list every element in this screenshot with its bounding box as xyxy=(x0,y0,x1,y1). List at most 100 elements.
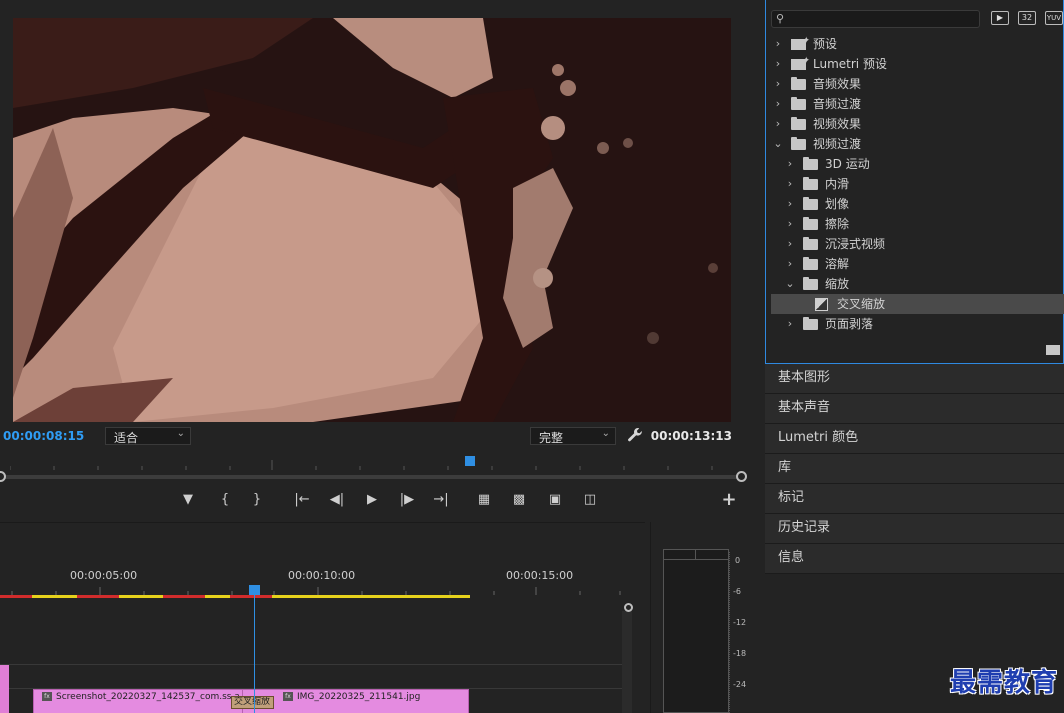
effects-tree-item[interactable]: › 音频过渡 xyxy=(771,94,1064,114)
effects-tree-item[interactable]: › Lumetri 预设 xyxy=(771,51,1064,74)
resolution-dropdown[interactable]: 完整 ⌄ xyxy=(530,427,616,445)
chevron-right-icon[interactable]: › xyxy=(785,194,795,214)
meter-bars xyxy=(663,549,729,713)
go-to-out-icon[interactable]: →| xyxy=(431,490,451,510)
go-to-in-icon[interactable]: |← xyxy=(292,490,312,510)
32bit-effects-icon[interactable]: 32 xyxy=(1018,11,1036,25)
chevron-right-icon[interactable]: › xyxy=(785,314,795,334)
clip-left-edge[interactable] xyxy=(0,665,9,713)
chevron-right-icon[interactable]: › xyxy=(785,214,795,234)
fx-icon: fx xyxy=(42,692,52,701)
track-divider xyxy=(0,664,622,665)
scrub-end-handle[interactable] xyxy=(736,471,747,482)
tree-item-label: 预设 xyxy=(813,37,838,51)
timeline-clip[interactable]: fx Screenshot_20220327_142537_com.ss.a xyxy=(33,689,243,713)
playhead-line xyxy=(254,595,255,713)
search-icon: ⚲ xyxy=(776,12,785,25)
folder-icon xyxy=(803,257,818,270)
yuv-effects-icon[interactable]: YUV xyxy=(1045,11,1063,25)
chevron-right-icon[interactable]: › xyxy=(773,34,783,54)
panel-libraries[interactable]: 库 xyxy=(765,454,1064,484)
fx-icon: fx xyxy=(283,692,293,701)
resolution-dropdown-value: 完整 xyxy=(539,431,564,445)
compare-icon[interactable]: ◫ xyxy=(580,490,600,510)
time-ruler[interactable] xyxy=(0,587,625,595)
mark-in-icon[interactable]: { xyxy=(215,490,235,510)
play-icon[interactable]: ▶ xyxy=(362,490,382,510)
chevron-right-icon[interactable]: › xyxy=(773,114,783,134)
chevron-right-icon[interactable]: › xyxy=(773,74,783,94)
db-label: -18 xyxy=(733,649,747,658)
folder-icon xyxy=(791,137,806,150)
panel-history[interactable]: 历史记录 xyxy=(765,514,1064,544)
panel-markers[interactable]: 标记 xyxy=(765,484,1064,514)
lift-icon[interactable]: ▦ xyxy=(474,490,494,510)
chevron-right-icon[interactable]: › xyxy=(785,234,795,254)
accelerated-effects-icon[interactable]: ▶ xyxy=(991,11,1009,25)
playhead-marker[interactable] xyxy=(465,456,475,466)
ruler-time-label: 00:00:10:00 xyxy=(288,569,356,582)
folder-icon xyxy=(803,197,818,210)
camera-icon[interactable]: ▣ xyxy=(545,490,565,510)
audio-meter: 0 -6 -12 -18 -24 xyxy=(650,522,760,713)
tree-item-label: 缩放 xyxy=(825,277,850,291)
tree-item-label: 音频效果 xyxy=(813,77,862,91)
scrub-start-handle[interactable] xyxy=(0,471,6,482)
effects-tree-item[interactable]: › 视频效果 xyxy=(771,114,1064,134)
tree-item-label: 视频效果 xyxy=(813,117,862,131)
fit-dropdown[interactable]: 适合 ⌄ xyxy=(105,427,191,445)
panel-lumetri-color[interactable]: Lumetri 颜色 xyxy=(765,424,1064,454)
effects-tree-item[interactable]: › 划像 xyxy=(771,194,1064,214)
wrench-icon[interactable] xyxy=(627,427,643,443)
preset-folder-icon xyxy=(791,31,810,51)
effects-tree-item[interactable]: ⌄ 视频过渡 xyxy=(771,134,1064,154)
folder-icon xyxy=(803,157,818,170)
effects-tree-item[interactable]: › 擦除 xyxy=(771,214,1064,234)
add-icon[interactable]: + xyxy=(719,490,739,510)
chevron-down-icon[interactable]: ⌄ xyxy=(773,134,783,154)
tree-item-label: 溶解 xyxy=(825,257,850,271)
effects-tree-item[interactable]: › 沉浸式视频 xyxy=(771,234,1064,254)
mark-out-icon[interactable]: } xyxy=(247,490,267,510)
step-back-icon[interactable]: ◀| xyxy=(327,490,347,510)
watermark-logo: 最需教育 xyxy=(949,668,1058,698)
chevron-down-icon[interactable]: ⌄ xyxy=(785,274,795,294)
marker-icon[interactable]: ▼ xyxy=(178,490,198,510)
video-preview[interactable] xyxy=(13,18,731,422)
transition-clip[interactable]: 交叉缩放 xyxy=(231,696,274,709)
effects-tree-item[interactable]: › 内滑 xyxy=(771,174,1064,194)
effects-tree-item[interactable]: › 3D 运动 xyxy=(771,154,1064,174)
effects-tree-item[interactable]: › 页面剥落 xyxy=(771,314,1064,334)
effects-tree-item[interactable]: › 溶解 xyxy=(771,254,1064,274)
chevron-right-icon[interactable]: › xyxy=(785,174,795,194)
panel-info[interactable]: 信息 xyxy=(765,544,1064,574)
timeline-clip[interactable]: fx IMG_20220325_211541.jpg xyxy=(243,689,469,713)
scrub-track[interactable] xyxy=(3,475,743,479)
effects-panel: ⚲ ▶ 32 YUV › 预设 › Lumetri 预设 › 音频效果 › 音频过渡 › 视频效果… xyxy=(765,0,1064,364)
meter-channel-divider xyxy=(695,549,696,560)
scrubber-ticks xyxy=(10,460,713,470)
effects-tree-item[interactable]: › 音频效果 xyxy=(771,74,1064,94)
scrollbar-handle[interactable] xyxy=(624,603,633,612)
chevron-right-icon[interactable]: › xyxy=(785,254,795,274)
folder-icon xyxy=(803,237,818,250)
new-bin-icon[interactable] xyxy=(1046,345,1060,355)
chevron-right-icon[interactable]: › xyxy=(785,154,795,174)
extract-icon[interactable]: ▩ xyxy=(509,490,529,510)
chevron-right-icon[interactable]: › xyxy=(773,94,783,114)
current-timecode[interactable]: 00:00:08:15 xyxy=(3,429,84,443)
monitor-scrubber[interactable] xyxy=(0,452,760,484)
panel-essential-sound[interactable]: 基本声音 xyxy=(765,394,1064,424)
chevron-down-icon: ⌄ xyxy=(176,428,185,439)
chevron-right-icon[interactable]: › xyxy=(773,54,783,74)
panel-essential-graphics[interactable]: 基本图形 xyxy=(765,364,1064,394)
effects-tree-item[interactable]: › 预设 xyxy=(771,31,1064,54)
timeline-playhead[interactable] xyxy=(249,585,260,595)
effects-search-input[interactable]: ⚲ xyxy=(771,10,980,28)
effects-tree-item[interactable]: 交叉缩放 xyxy=(771,294,1064,314)
effects-tree-item[interactable]: ⌄ 缩放 xyxy=(771,274,1064,294)
folder-icon xyxy=(791,77,806,90)
timeline-scrollbar[interactable] xyxy=(622,611,632,713)
ruler-time-label: 00:00:15:00 xyxy=(506,569,574,582)
step-forward-icon[interactable]: |▶ xyxy=(397,490,417,510)
